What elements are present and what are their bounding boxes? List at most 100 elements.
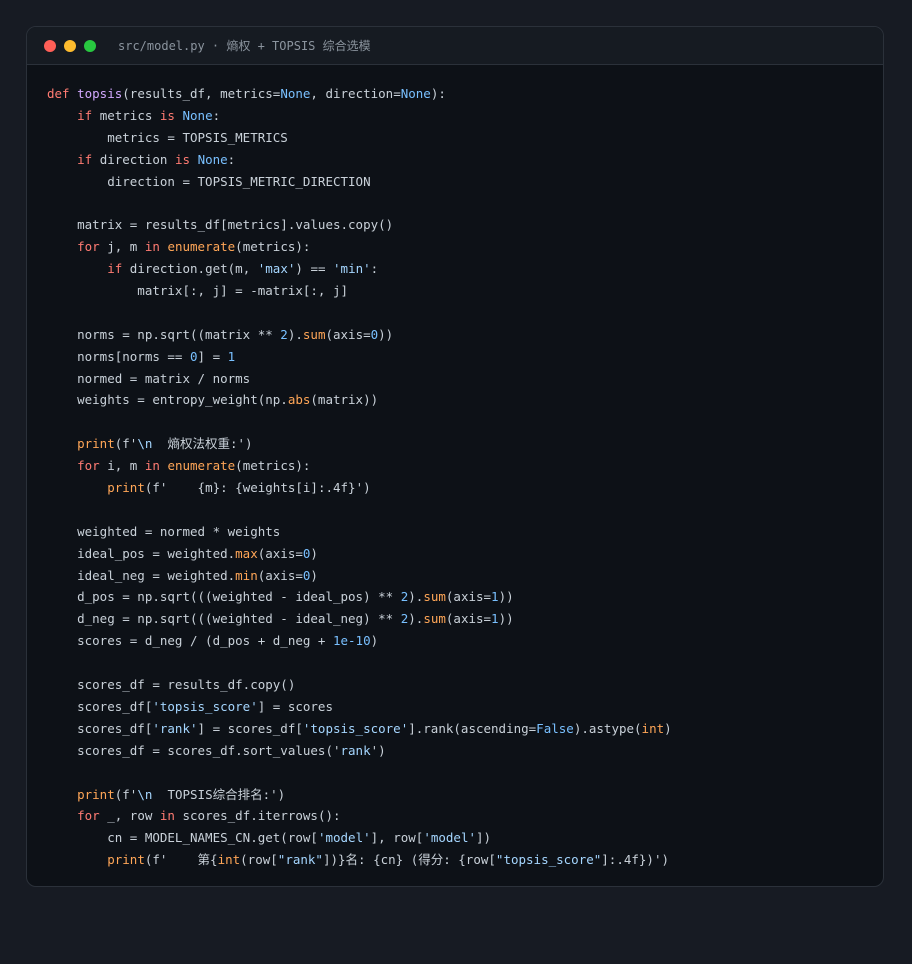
code-line: scores_df = scores_df.sort_values('rank'…	[47, 740, 672, 762]
code-token: matrix = results_df[metrics].values.copy…	[47, 217, 394, 233]
code-token: ])}名: {cn} (得分: {row[	[322, 852, 496, 868]
code-token: 'min'	[333, 261, 371, 277]
code-token: rank	[340, 742, 371, 758]
code-line: ideal_pos = weighted.max(axis=0)	[47, 543, 672, 565]
code-token: int	[641, 720, 665, 736]
code-token: 0	[190, 348, 198, 364]
code-token: (axis=	[325, 326, 371, 342]
window-titlebar: src/model.py · 熵权 + TOPSIS 综合选模	[27, 27, 883, 65]
code-line: norms[norms == 0] = 1	[47, 346, 672, 368]
code-token: (f' 第{	[144, 852, 218, 868]
code-line: weighted = normed * weights	[47, 521, 672, 543]
code-token: matrix[:, j] = -matrix[:, j]	[47, 283, 349, 299]
code-token: sum	[302, 326, 326, 342]
code-token: (row[	[240, 852, 278, 868]
code-token: (matrix))	[310, 392, 379, 408]
code-token: None	[182, 107, 213, 123]
code-token: \n	[137, 786, 153, 802]
code-line: matrix = results_df[metrics].values.copy…	[47, 214, 672, 236]
code-token: for	[77, 458, 100, 474]
code-token: 'topsis_score'	[302, 720, 409, 736]
code-token: is	[159, 107, 175, 123]
code-token: ]:.4f})')	[601, 852, 670, 868]
code-token: "rank"	[277, 852, 323, 868]
code-token: _, row	[99, 808, 160, 824]
code-token: 'topsis_score'	[152, 698, 258, 714]
code-token: normed = matrix / norms	[47, 370, 251, 386]
code-token: TOPSIS综合排名:')	[152, 786, 286, 802]
code-token: ))	[378, 326, 394, 342]
code-token: weights = entropy_weight(np.	[47, 392, 288, 408]
code-token: :	[370, 261, 379, 277]
editor-window: src/model.py · 熵权 + TOPSIS 综合选模 def tops…	[26, 26, 884, 887]
code-token: scores_df.iterrows():	[174, 808, 341, 824]
code-token: enumerate	[167, 239, 236, 255]
close-dot-icon[interactable]	[44, 39, 56, 52]
code-token: (axis=	[445, 611, 492, 627]
code-token: scores_df[	[47, 698, 153, 714]
code-token: ] =	[197, 348, 228, 364]
code-token: metrics = TOPSIS_METRICS	[47, 129, 288, 145]
code-token: )	[310, 545, 318, 561]
code-token: scores_df = results_df.copy()	[47, 677, 296, 693]
code-token: :	[227, 151, 236, 167]
code-token: d_pos = np.sqrt(((weighted - ideal_pos) …	[47, 589, 401, 605]
code-line: print(f'\n 熵权法权重:')	[47, 433, 672, 455]
code-token: d_neg = np.sqrt(((weighted - ideal_neg) …	[47, 611, 401, 627]
code-token: (metrics):	[235, 239, 311, 255]
code-token: ))	[498, 611, 514, 627]
code-token: )	[310, 567, 318, 583]
code-line: if direction is None:	[47, 149, 672, 171]
code-token: topsis	[77, 86, 123, 101]
code-token: print	[77, 786, 115, 802]
code-token: ) ==	[295, 261, 334, 277]
code-token: None	[280, 86, 311, 101]
code-token: scores = d_neg / (d_pos + d_neg +	[47, 633, 333, 649]
code-token: ))	[498, 589, 514, 605]
code-token: norms = np.sqrt((matrix **	[47, 326, 281, 342]
code-token: print	[107, 480, 145, 496]
code-token: in	[159, 808, 175, 824]
code-token: int	[217, 852, 241, 868]
code-token: (results_df, metrics=	[122, 86, 281, 101]
code-token: None	[197, 151, 228, 167]
code-token: abs	[287, 392, 311, 408]
code-token: 1e-10	[332, 633, 371, 649]
code-token: direction.get(m,	[122, 261, 258, 277]
code-token: def	[47, 86, 78, 101]
code-token: enumerate	[167, 458, 236, 474]
code-token: ')	[370, 742, 386, 758]
maximize-dot-icon[interactable]	[84, 39, 96, 52]
code-token: ].rank(ascending=	[408, 720, 537, 736]
code-line: normed = matrix / norms	[47, 368, 672, 390]
code-token: if	[77, 107, 93, 123]
code-line: direction = TOPSIS_METRIC_DIRECTION	[47, 171, 672, 193]
minimize-dot-icon[interactable]	[64, 39, 76, 52]
code-token: scores_df = scores_df.sort_values('	[47, 742, 341, 758]
code-token: None	[400, 86, 431, 101]
code-token: scores_df[	[47, 720, 153, 736]
code-token: )	[370, 633, 379, 649]
code-line: scores = d_neg / (d_pos + d_neg + 1e-10)	[47, 630, 672, 652]
code-token: ], row[	[370, 830, 424, 846]
code-token: metrics	[92, 107, 160, 123]
code-token: \n	[137, 436, 153, 452]
code-token: 熵权法权重:')	[152, 436, 253, 452]
code-line: scores_df['topsis_score'] = scores	[47, 696, 672, 718]
code-line: for _, row in scores_df.iterrows():	[47, 805, 672, 827]
